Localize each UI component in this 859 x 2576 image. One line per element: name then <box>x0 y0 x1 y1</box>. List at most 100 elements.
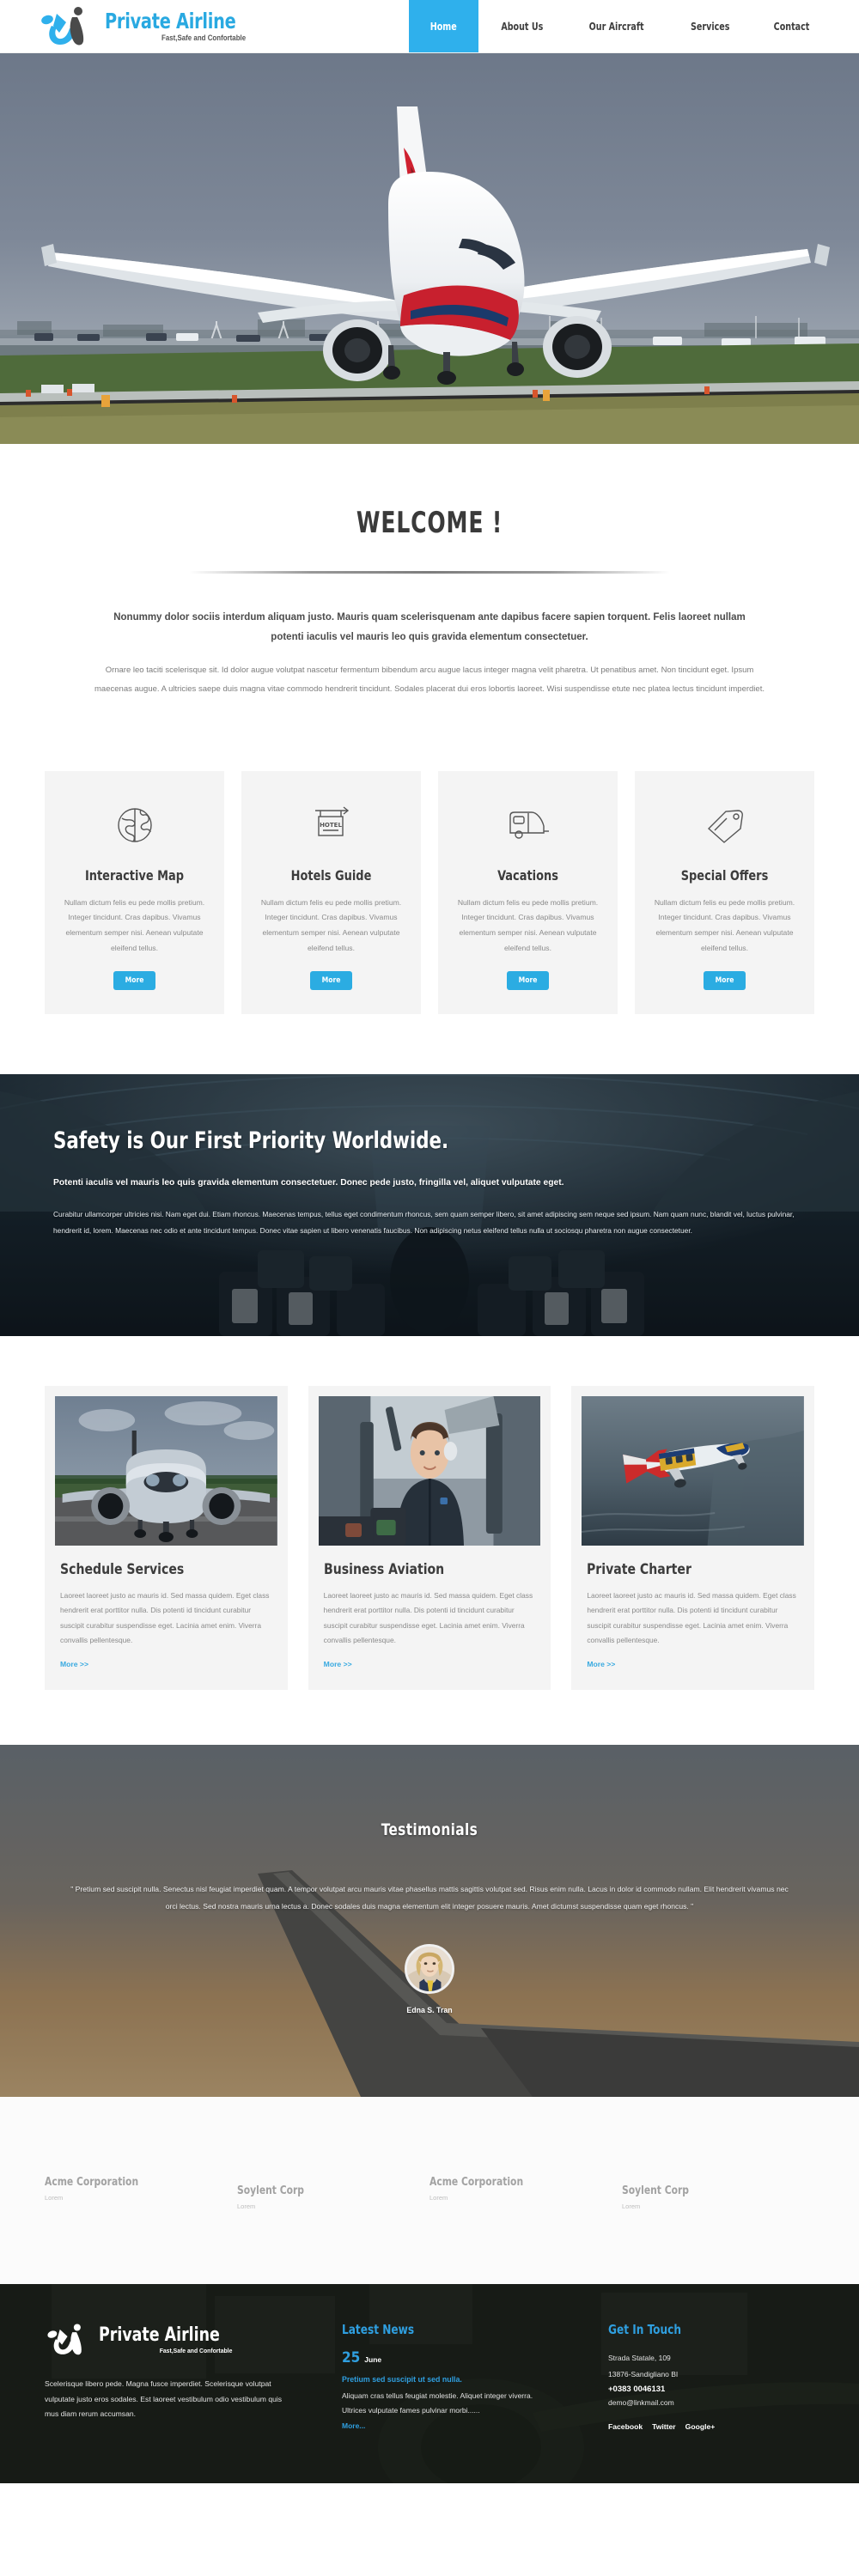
hero-banner <box>0 53 859 444</box>
airliner-front-photo <box>55 1396 277 1546</box>
safety-heading: Safety is Our First Priority Worldwide. <box>53 1127 449 1155</box>
client-name: Soylent Corp <box>622 2184 689 2197</box>
nav-item-services[interactable]: Services <box>668 0 752 52</box>
footer-brand-name: Private Airline <box>99 2324 220 2346</box>
nav-label: Home <box>430 20 457 33</box>
contact-address-line-2: 13876-Sandigliano BI <box>608 2369 679 2379</box>
safety-subheading: Potenti iaculis vel mauris leo quis grav… <box>53 1178 564 1188</box>
airline-swoosh-logo-icon <box>38 5 100 48</box>
feature-card-vacations[interactable]: Vacations Nullam dictum felis eu pede mo… <box>438 770 618 1015</box>
main-navigation: Home About Us Our Aircraft Services Cont… <box>409 0 859 52</box>
nav-label: Our Aircraft <box>588 20 644 33</box>
news-date: 25 June <box>342 2349 579 2366</box>
footer-contact-heading: Get In Touch <box>608 2322 681 2337</box>
welcome-section: WELCOME ! Nonummy dolor sociis interdum … <box>0 444 859 750</box>
testimonials-section: Testimonials " Pretium sed suscipit null… <box>0 1745 859 2097</box>
client-item[interactable]: Acme Corporation Lorem <box>45 2176 237 2210</box>
nav-item-about-us[interactable]: About Us <box>478 0 566 52</box>
news-body: Aliquam cras tellus feugiat molestie. Al… <box>342 2391 533 2415</box>
service-card-schedule-services[interactable]: Schedule Services Laoreet laoreet justo … <box>45 1386 288 1690</box>
news-day: 25 <box>342 2349 361 2366</box>
client-sub: Lorem <box>622 2202 641 2210</box>
more-link[interactable]: More >> <box>60 1660 88 1668</box>
client-name: Acme Corporation <box>45 2176 139 2189</box>
feature-card-hotels-guide[interactable]: HOTEL Hotels Guide Nullam dictum felis e… <box>241 770 421 1015</box>
client-item[interactable]: Soylent Corp Lorem <box>622 2176 814 2210</box>
price-tag-icon <box>654 800 795 850</box>
client-sub: Lorem <box>45 2194 64 2202</box>
news-month: June <box>364 2355 382 2364</box>
site-header: Private Airline Fast,Safe and Confortabl… <box>0 0 859 53</box>
nav-item-home[interactable]: Home <box>409 0 478 52</box>
site-footer: Private Airline Fast,Safe and Confortabl… <box>0 2284 859 2483</box>
brand-tagline: Fast,Safe and Confortable <box>161 33 246 42</box>
news-more-link[interactable]: More... <box>342 2421 365 2430</box>
feature-title: Hotels Guide <box>290 866 372 884</box>
feature-text: Nullam dictum felis eu pede mollis preti… <box>260 897 402 952</box>
feature-card-special-offers[interactable]: Special Offers Nullam dictum felis eu pe… <box>635 770 814 1015</box>
landing-page: Private Airline Fast,Safe and Confortabl… <box>0 0 859 2483</box>
footer-brand-tagline: Fast,Safe and Confortable <box>159 2346 233 2354</box>
safety-paragraph: Curabitur ullamcorper ultricies nisi. Na… <box>53 1209 795 1235</box>
feature-text: Nullam dictum felis eu pede mollis preti… <box>654 897 795 952</box>
service-text: Laoreet laoreet justo ac mauris id. Sed … <box>60 1591 270 1644</box>
footer-news-heading: Latest News <box>342 2322 415 2337</box>
more-button[interactable]: More <box>506 971 550 991</box>
client-item[interactable]: Acme Corporation Lorem <box>430 2176 622 2210</box>
avatar <box>405 1944 454 1995</box>
brand-name: Private Airline <box>105 9 236 33</box>
feature-cards: Interactive Map Nullam dictum felis eu p… <box>0 750 859 1075</box>
testimonial-quote: " Pretium sed suscipit nulla. Senectus n… <box>70 1885 789 1911</box>
small-plane-over-sea-photo <box>582 1396 805 1546</box>
more-button[interactable]: More <box>309 971 353 991</box>
nav-label: About Us <box>501 20 544 33</box>
female-pilot-cockpit-photo <box>318 1396 541 1546</box>
social-link-facebook[interactable]: Facebook <box>608 2422 643 2431</box>
service-card-private-charter[interactable]: Private Charter Laoreet laoreet justo ac… <box>571 1386 815 1690</box>
section-divider <box>189 571 670 574</box>
service-text: Laoreet laoreet justo ac mauris id. Sed … <box>587 1591 796 1644</box>
footer-logo[interactable]: Private Airline Fast,Safe and Confortabl… <box>45 2322 321 2358</box>
more-button[interactable]: More <box>113 971 156 991</box>
client-name: Acme Corporation <box>430 2176 524 2189</box>
feature-text: Nullam dictum felis eu pede mollis preti… <box>457 897 599 952</box>
client-name: Soylent Corp <box>237 2184 304 2197</box>
caravan-icon <box>457 800 599 850</box>
footer-contact-column: Get In Touch Strada Statale, 109 13876-S… <box>600 2322 814 2433</box>
feature-title: Vacations <box>497 866 558 884</box>
news-title[interactable]: Pretium sed suscipit ut sed nulla. <box>342 2375 579 2384</box>
feature-title: Special Offers <box>680 866 769 884</box>
service-card-business-aviation[interactable]: Business Aviation Laoreet laoreet justo … <box>308 1386 551 1690</box>
feature-card-interactive-map[interactable]: Interactive Map Nullam dictum felis eu p… <box>45 770 224 1015</box>
nav-label: Services <box>690 20 729 33</box>
clients-section: Acme Corporation Lorem Soylent Corp Lore… <box>0 2097 859 2284</box>
brand-logo[interactable]: Private Airline Fast,Safe and Confortabl… <box>0 0 257 52</box>
more-link[interactable]: More >> <box>324 1660 352 1668</box>
svg-text:HOTEL: HOTEL <box>320 822 342 829</box>
globe-icon <box>64 800 205 850</box>
contact-phone: +0383 0046131 <box>608 2385 666 2395</box>
social-link-twitter[interactable]: Twitter <box>652 2422 676 2431</box>
client-item[interactable]: Soylent Corp Lorem <box>237 2176 430 2210</box>
testimonial-author: Edna S. Tran <box>406 2006 453 2015</box>
social-link-googleplus[interactable]: Google+ <box>685 2422 716 2431</box>
nav-item-contact[interactable]: Contact <box>752 0 832 52</box>
client-sub: Lorem <box>237 2202 256 2210</box>
more-link[interactable]: More >> <box>587 1660 615 1668</box>
airline-swoosh-logo-icon <box>45 2322 94 2358</box>
hero-image <box>0 53 859 444</box>
more-button[interactable]: More <box>703 971 746 991</box>
contact-address-line-1: Strada Statale, 109 <box>608 2354 671 2362</box>
safety-banner: Safety is Our First Priority Worldwide. … <box>0 1074 859 1337</box>
contact-email[interactable]: demo@linkmail.com <box>608 2398 794 2407</box>
feature-text: Nullam dictum felis eu pede mollis preti… <box>64 897 205 952</box>
hotel-sign-icon: HOTEL <box>260 800 402 850</box>
welcome-lead-text: Nonummy dolor sociis interdum aliquam ju… <box>113 612 746 642</box>
feature-title: Interactive Map <box>84 866 185 884</box>
service-text: Laoreet laoreet justo ac mauris id. Sed … <box>323 1591 533 1644</box>
nav-item-our-aircraft[interactable]: Our Aircraft <box>565 0 667 52</box>
footer-about-column: Private Airline Fast,Safe and Confortabl… <box>45 2322 342 2433</box>
footer-news-column: Latest News 25 June Pretium sed suscipit… <box>342 2322 600 2433</box>
welcome-body-text: Ornare leo taciti scelerisque sit. Id do… <box>94 665 765 694</box>
service-title: Schedule Services <box>60 1561 185 1579</box>
